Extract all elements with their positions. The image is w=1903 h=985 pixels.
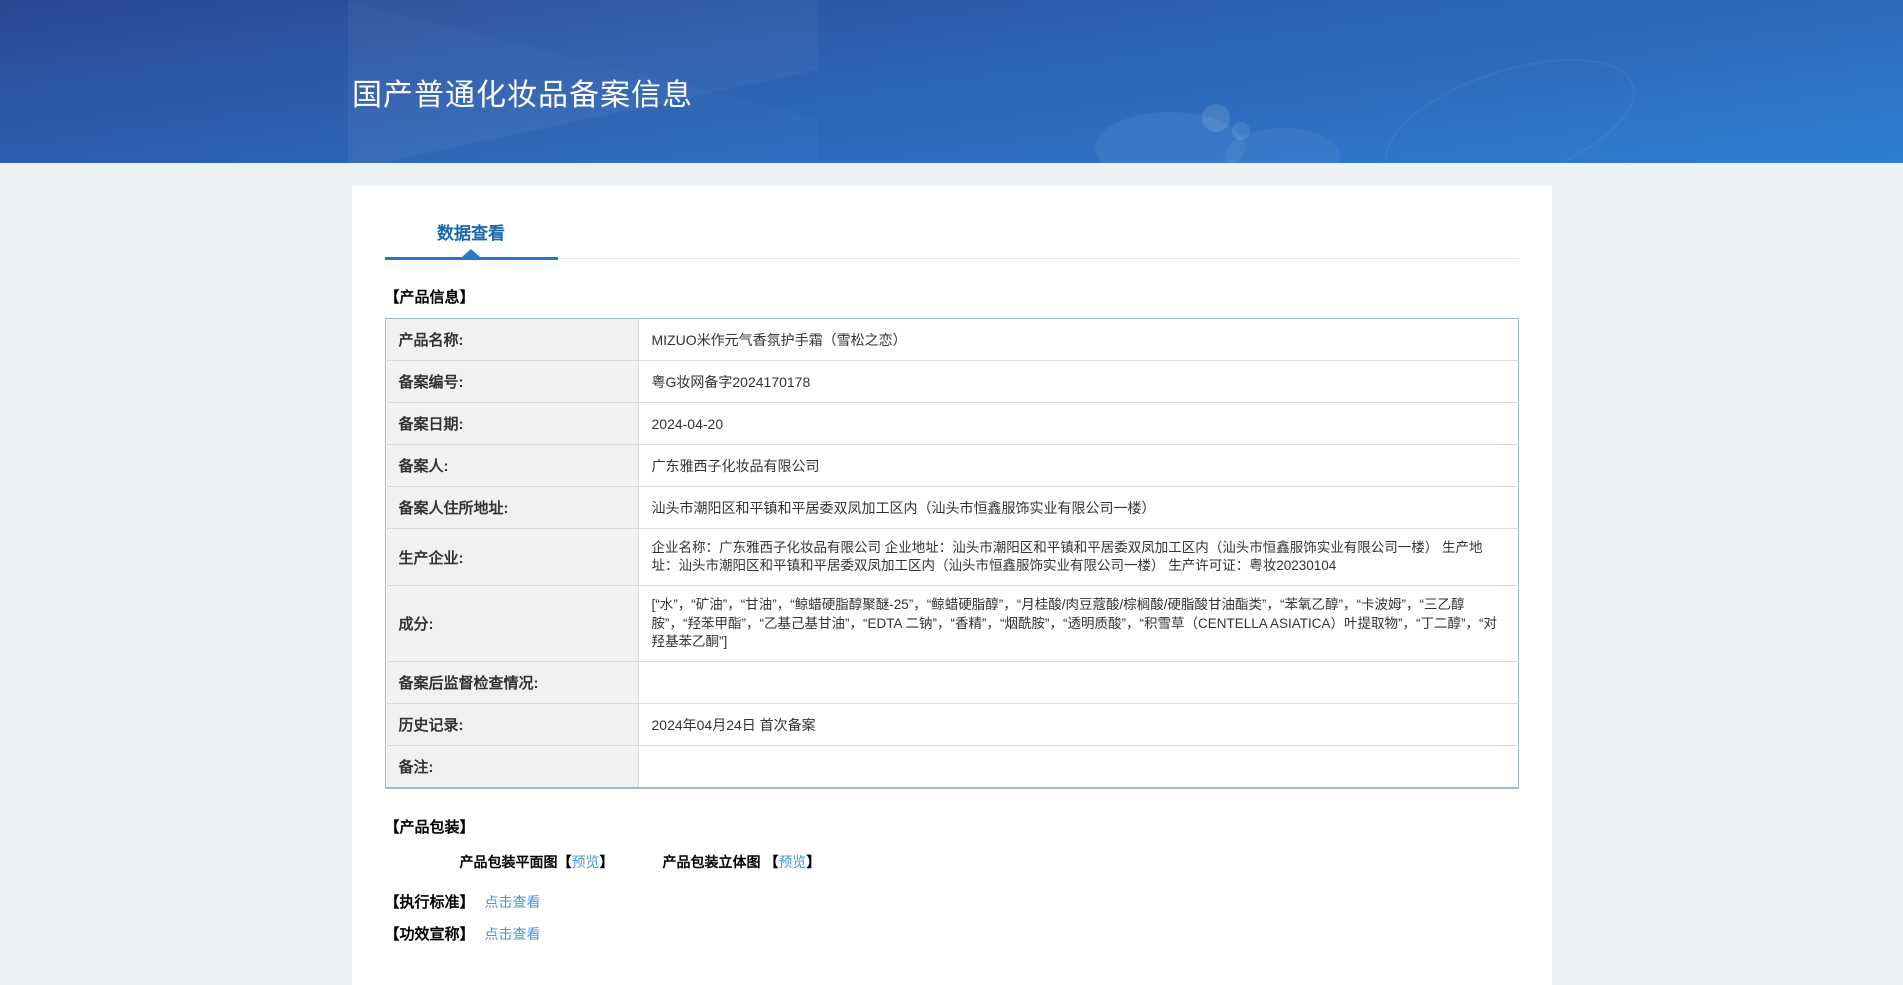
table-row-filer-address: 备案人住所地址: 汕头市潮阳区和平镇和平居委双凤加工区内（汕头市恒鑫服饰实业有限… [385, 486, 1518, 529]
efficacy-claim-label: 【功效宣称】 [384, 926, 475, 944]
field-label: 备案后监督检查情况: [385, 661, 639, 704]
packaging-flat-label: 产品包装平面图 [459, 854, 558, 871]
table-row-filing-number: 备案编号: 粤G妆网备字2024170178 [385, 360, 1518, 403]
field-value: 2024年04月24日 首次备案 [638, 703, 1518, 746]
header-decoration-blob [1225, 128, 1340, 163]
header-banner: 国产普通化妆品备案信息 [0, 0, 1903, 163]
product-info-table-wrap: 产品名称: MIZUO米作元气香氛护手霜（雪松之恋） 备案编号: 粤G妆网备字2… [384, 318, 1519, 790]
tab-active-underline [384, 257, 558, 260]
field-label: 备案人: [385, 444, 639, 487]
table-row-product-name: 产品名称: MIZUO米作元气香氛护手霜（雪松之恋） [385, 318, 1518, 361]
header-decoration-blob [1095, 112, 1245, 163]
page: 国产普通化妆品备案信息 数据查看 【产品信息】 产品名称: MIZUO米作元气香… [0, 0, 1903, 985]
header-decoration-dot [1202, 104, 1230, 132]
packaging-stereo-item: 产品包装立体图 【预览】 [663, 852, 821, 872]
tab-bar: 数据查看 [384, 186, 1519, 260]
table-row-history: 历史记录: 2024年04月24日 首次备案 [385, 703, 1518, 746]
product-info-table: 产品名称: MIZUO米作元气香氛护手霜（雪松之恋） 备案编号: 粤G妆网备字2… [384, 318, 1519, 790]
section-title-packaging: 【产品包装】 [384, 819, 475, 837]
bracket-close: 】 [599, 854, 614, 871]
field-value: 汕头市潮阳区和平镇和平居委双凤加工区内（汕头市恒鑫服饰实业有限公司一楼） [638, 486, 1518, 529]
tab-data-view[interactable]: 数据查看 [384, 219, 558, 260]
field-value: 广东雅西子化妆品有限公司 [638, 444, 1518, 487]
tab-active-caret-icon [462, 249, 480, 257]
field-value [638, 661, 1518, 704]
section-title-product-info: 【产品信息】 [384, 289, 475, 306]
header-decoration-dot [1232, 122, 1250, 140]
tab-data-view-label: 数据查看 [437, 224, 505, 243]
field-value: 粤G妆网备字2024170178 [638, 360, 1518, 403]
header-decoration-swoosh [1369, 32, 1651, 163]
packaging-flat-item: 产品包装平面图【预览】 [460, 852, 614, 872]
packaging-row: 产品包装平面图【预览】 产品包装立体图 【预览】 [460, 852, 1519, 872]
field-value: 2024-04-20 [638, 402, 1518, 445]
exec-standard-view-link[interactable]: 点击查看 [485, 892, 541, 912]
table-row-manufacturer: 生产企业: 企业名称：广东雅西子化妆品有限公司 企业地址：汕头市潮阳区和平镇和平… [385, 527, 1518, 586]
table-row-filing-date: 备案日期: 2024-04-20 [385, 402, 1518, 445]
exec-standard-row: 【执行标准】 点击查看 [385, 891, 1519, 912]
field-label: 备案人住所地址: [385, 486, 639, 529]
field-value: 企业名称：广东雅西子化妆品有限公司 企业地址：汕头市潮阳区和平镇和平居委双凤加工… [638, 527, 1518, 586]
table-row-supervision: 备案后监督检查情况: [385, 661, 1518, 704]
bracket-close: 】 [806, 854, 821, 871]
field-label: 备案日期: [385, 402, 639, 445]
field-value: [“水”，“矿油”，“甘油”，“鲸蜡硬脂醇聚醚-25”，“鲸蜡硬脂醇”，“月桂酸… [638, 585, 1518, 662]
field-label: 产品名称: [385, 318, 639, 361]
field-label: 备注: [385, 745, 639, 789]
packaging-stereo-preview-link[interactable]: 预览 [778, 854, 806, 870]
efficacy-claim-view-link[interactable]: 点击查看 [485, 924, 541, 944]
field-label: 成分: [385, 585, 639, 662]
bracket-open: 【 [557, 854, 572, 871]
field-label: 历史记录: [385, 703, 639, 746]
efficacy-claim-row: 【功效宣称】 点击查看 [385, 923, 1519, 944]
packaging-stereo-label: 产品包装立体图 [662, 854, 765, 871]
bracket-open: 【 [764, 854, 779, 871]
page-title: 国产普通化妆品备案信息 [352, 79, 693, 112]
field-label: 生产企业: [385, 527, 639, 586]
field-value [638, 745, 1518, 789]
table-row-filer: 备案人: 广东雅西子化妆品有限公司 [385, 444, 1518, 487]
packaging-flat-preview-link[interactable]: 预览 [572, 854, 600, 870]
exec-standard-label: 【执行标准】 [384, 894, 475, 912]
table-row-ingredients: 成分: [“水”，“矿油”，“甘油”，“鲸蜡硬脂醇聚醚-25”，“鲸蜡硬脂醇”，… [385, 585, 1518, 662]
field-value: MIZUO米作元气香氛护手霜（雪松之恋） [638, 318, 1518, 361]
field-label: 备案编号: [385, 360, 639, 403]
table-row-remarks: 备注: [385, 745, 1518, 789]
content-card: 数据查看 【产品信息】 产品名称: MIZUO米作元气香氛护手霜（雪松之恋） 备… [351, 186, 1552, 985]
